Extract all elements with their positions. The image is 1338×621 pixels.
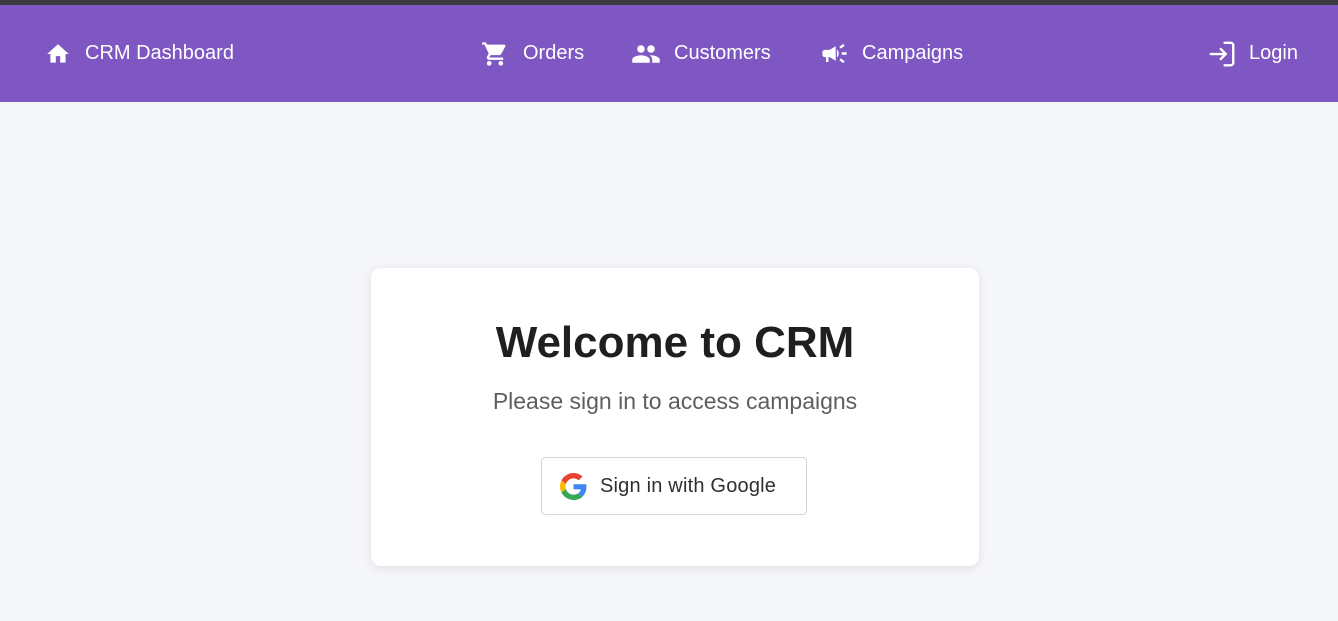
- megaphone-icon: [820, 39, 849, 68]
- brand-label: CRM Dashboard: [85, 42, 234, 64]
- nav-orders-label: Orders: [523, 42, 585, 64]
- nav-campaigns[interactable]: Campaigns: [820, 5, 963, 102]
- nav-orders[interactable]: Orders: [481, 5, 584, 102]
- google-signin-button[interactable]: Sign in with Google: [541, 457, 807, 515]
- login-icon: [1207, 39, 1237, 69]
- signin-subtitle: Please sign in to access campaigns: [492, 388, 858, 414]
- people-icon: [631, 39, 661, 69]
- login-button[interactable]: Login: [1207, 5, 1298, 102]
- cart-icon: [481, 40, 509, 68]
- brand-link[interactable]: CRM Dashboard: [45, 5, 234, 102]
- nav-campaigns-label: Campaigns: [862, 42, 964, 64]
- login-label: Login: [1249, 42, 1298, 64]
- google-signin-label: Sign in with Google: [600, 474, 777, 497]
- google-icon: [560, 472, 587, 500]
- welcome-title: Welcome to CRM: [495, 318, 855, 367]
- signin-card: Welcome to CRM Please sign in to access …: [371, 268, 979, 566]
- home-icon: [45, 41, 71, 67]
- top-navbar: CRM Dashboard Orders Customers Campaigns…: [0, 5, 1338, 102]
- nav-customers[interactable]: Customers: [631, 5, 771, 102]
- nav-customers-label: Customers: [674, 42, 771, 64]
